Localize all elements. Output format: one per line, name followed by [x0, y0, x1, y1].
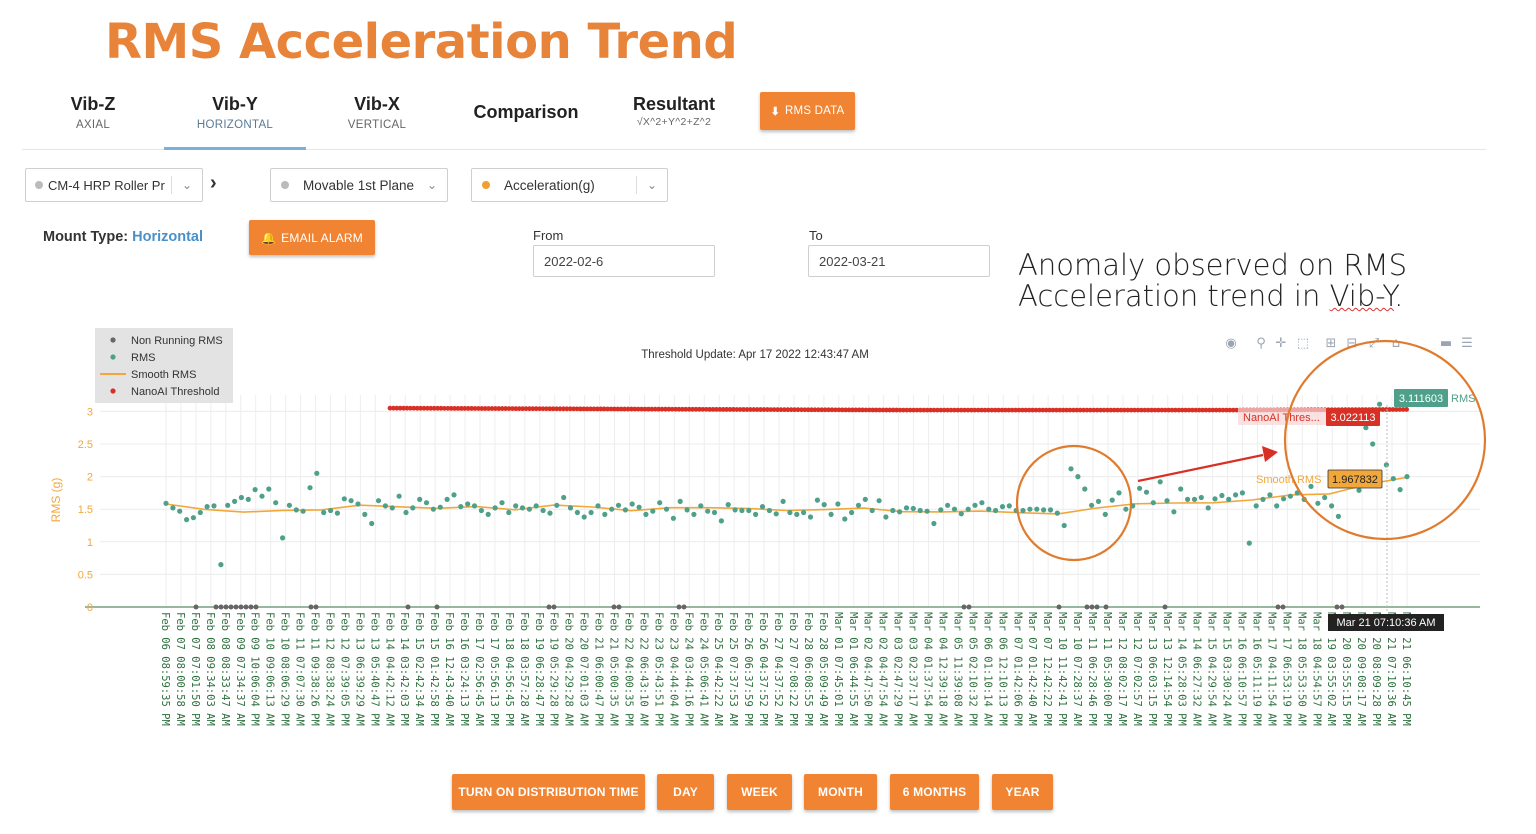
tab-label: Resultant [632, 94, 715, 114]
machine-select[interactable]: CM-4 HRP Roller Pr ⌄ [25, 168, 203, 202]
slide-title: RMS Acceleration Trend [105, 14, 738, 70]
distribution-time-button[interactable]: TURN ON DISTRIBUTION TIME [452, 774, 645, 810]
tab-label: Vib-Z [70, 94, 116, 114]
mount-type: Mount Type: Horizontal [43, 229, 203, 245]
year-button[interactable]: YEAR [992, 774, 1053, 810]
machine-select-value: CM-4 HRP Roller Pr [48, 177, 165, 193]
status-dot [35, 181, 43, 189]
annotation-highlight: Vib-Y [1329, 279, 1395, 313]
download-icon: ⬇ [770, 105, 781, 118]
annotation-text: Acceleration trend in [1018, 279, 1330, 313]
mount-type-label: Mount Type: [43, 229, 129, 245]
tab-sublabel: VERTICAL [347, 119, 407, 131]
email-alarm-label: EMAIL ALARM [281, 230, 363, 245]
chevron-down-icon: ⌄ [646, 178, 658, 192]
breadcrumb-chevron-icon: › [210, 172, 217, 194]
plane-select[interactable]: Movable 1st Plane ⌄ [270, 168, 448, 202]
tab-label: Comparison [473, 102, 579, 122]
annotation-line-2: Acceleration trend in Vib-Y. [1018, 281, 1407, 312]
mount-type-value: Horizontal [132, 229, 204, 245]
tab-comparison[interactable]: Comparison [454, 82, 598, 150]
week-button[interactable]: WEEK [727, 774, 792, 810]
measure-select-value: Acceleration(g) [504, 177, 595, 193]
axis-tabs: Vib-Z AXIAL Vib-Y HORIZONTAL Vib-X VERTI… [22, 82, 1486, 150]
anomaly-annotation: Anomaly observed on RMS Acceleration tre… [1018, 250, 1407, 312]
chevron-down-icon: ⌄ [181, 178, 193, 192]
bell-icon: 🔔 [261, 230, 277, 245]
annotation-period: . [1394, 279, 1404, 313]
rms-data-button[interactable]: ⬇ RMS DATA [760, 92, 855, 130]
six-months-button[interactable]: 6 MONTHS [890, 774, 979, 810]
tab-vib-y[interactable]: Vib-Y HORIZONTAL [164, 82, 306, 150]
day-button[interactable]: DAY [657, 774, 714, 810]
month-button[interactable]: MONTH [804, 774, 877, 810]
tab-vib-x[interactable]: Vib-X VERTICAL [306, 82, 448, 150]
email-alarm-button[interactable]: 🔔 EMAIL ALARM [249, 220, 375, 255]
to-date-input[interactable]: 2022-03-21 [808, 245, 990, 277]
rms-data-label: RMS DATA [785, 105, 845, 117]
from-label: From [533, 228, 564, 243]
to-label: To [809, 228, 823, 243]
tab-vib-z[interactable]: Vib-Z AXIAL [22, 82, 164, 150]
tab-label: Vib-X [354, 94, 400, 114]
status-dot [482, 181, 490, 189]
chevron-down-icon: ⌄ [426, 178, 438, 192]
tab-resultant[interactable]: Resultant √X^2+Y^2+Z^2 [602, 82, 746, 150]
measure-select[interactable]: Acceleration(g) ⌄ [471, 168, 668, 202]
status-dot [281, 181, 289, 189]
from-date-input[interactable]: 2022-02-6 [533, 245, 715, 277]
tab-sublabel: √X^2+Y^2+Z^2 [636, 116, 712, 128]
plane-select-value: Movable 1st Plane [303, 177, 415, 193]
tab-label: Vib-Y [212, 94, 258, 114]
dashboard-panel [22, 82, 1486, 812]
tab-sublabel: AXIAL [75, 119, 111, 131]
tab-sublabel: HORIZONTAL [196, 119, 274, 131]
annotation-line-1: Anomaly observed on RMS [1018, 248, 1407, 282]
